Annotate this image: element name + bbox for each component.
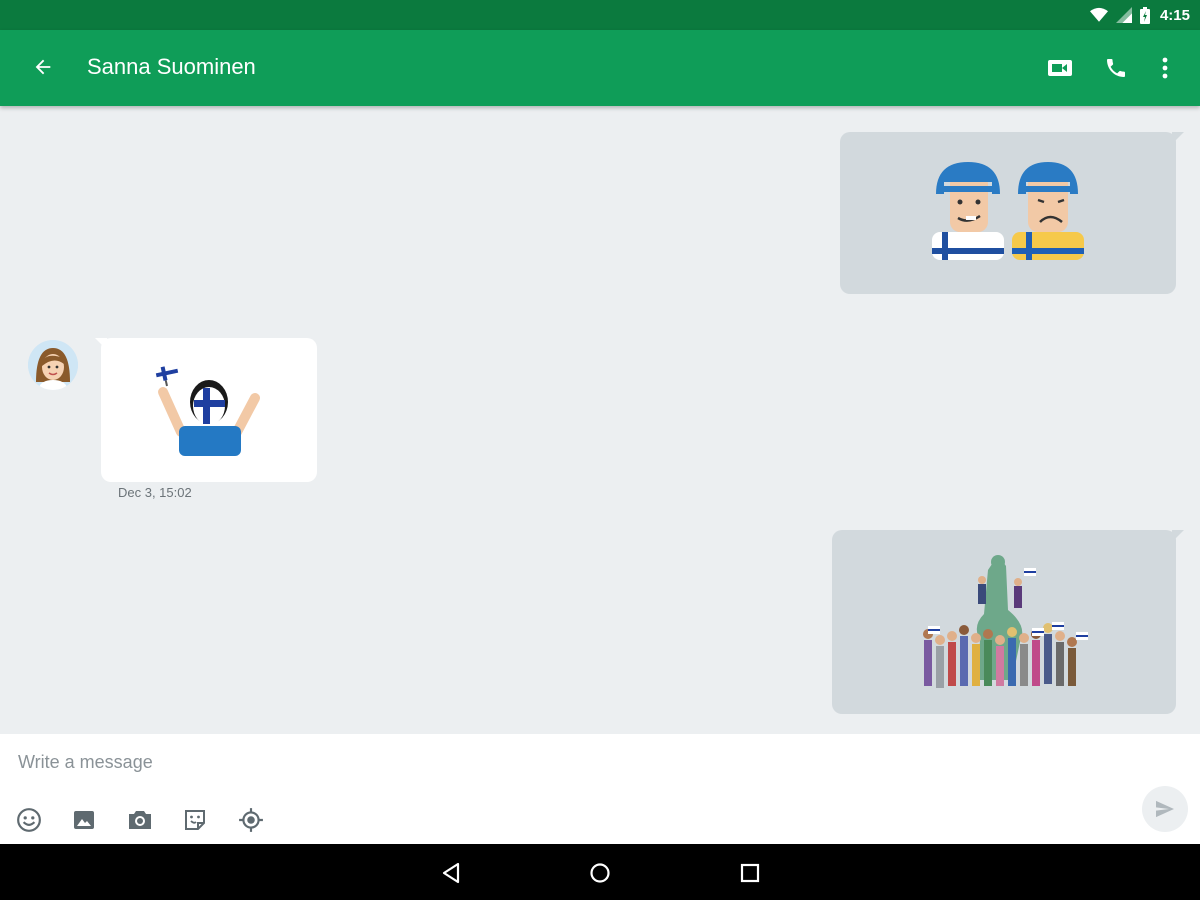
camera-icon — [129, 811, 151, 829]
image-icon — [74, 811, 94, 829]
sticker-button[interactable] — [180, 805, 210, 835]
more-options-button[interactable] — [1149, 52, 1181, 84]
message-composer — [0, 734, 1200, 844]
back-button[interactable] — [28, 52, 58, 82]
message-bubble-outgoing[interactable] — [840, 132, 1184, 294]
message-timestamp: Dec 3, 15:02 — [118, 485, 192, 500]
video-call-button[interactable] — [1044, 52, 1076, 84]
emoji-button[interactable] — [14, 805, 44, 835]
cell-signal-icon — [1115, 7, 1132, 23]
sticker-icon — [185, 810, 205, 830]
contact-avatar[interactable] — [28, 340, 78, 390]
wifi-icon — [1089, 7, 1108, 22]
home-circle-icon — [590, 863, 610, 883]
send-icon — [1156, 800, 1174, 818]
image-button[interactable] — [69, 805, 99, 835]
battery-icon — [1139, 6, 1150, 24]
message-input[interactable] — [18, 748, 1118, 776]
location-button[interactable] — [236, 805, 266, 835]
back-triangle-icon — [442, 862, 460, 884]
status-time: 4:15 — [1159, 6, 1190, 24]
message-bubble-incoming[interactable] — [95, 338, 317, 482]
conversation-area[interactable]: Dec 3, 15:02 — [0, 106, 1200, 734]
nav-recents-button[interactable] — [737, 860, 763, 886]
phone-call-button[interactable] — [1100, 52, 1132, 84]
nav-back-button[interactable] — [438, 860, 464, 886]
video-call-icon — [1048, 60, 1072, 76]
more-vert-icon — [1162, 57, 1168, 79]
phone-icon — [1107, 59, 1125, 77]
app-bar: Sanna Suominen — [0, 30, 1200, 106]
contact-avatar-image — [28, 340, 78, 390]
finnish-flag-fan-sticker — [154, 363, 260, 456]
recents-square-icon — [740, 863, 760, 883]
location-icon — [239, 808, 263, 832]
camera-button[interactable] — [125, 805, 155, 835]
message-bubble-outgoing[interactable] — [832, 530, 1184, 714]
send-button[interactable] — [1142, 786, 1188, 832]
nav-home-button[interactable] — [587, 860, 613, 886]
two-hockey-players-finland-sweden-sticker — [932, 162, 1084, 260]
emoji-icon — [17, 808, 41, 832]
back-arrow-icon — [35, 59, 51, 75]
crowd-at-statue-celebration-sticker — [923, 555, 1088, 688]
contact-name: Sanna Suominen — [87, 54, 256, 79]
system-nav-bar — [0, 844, 1200, 900]
status-bar: 4:15 — [0, 0, 1200, 30]
